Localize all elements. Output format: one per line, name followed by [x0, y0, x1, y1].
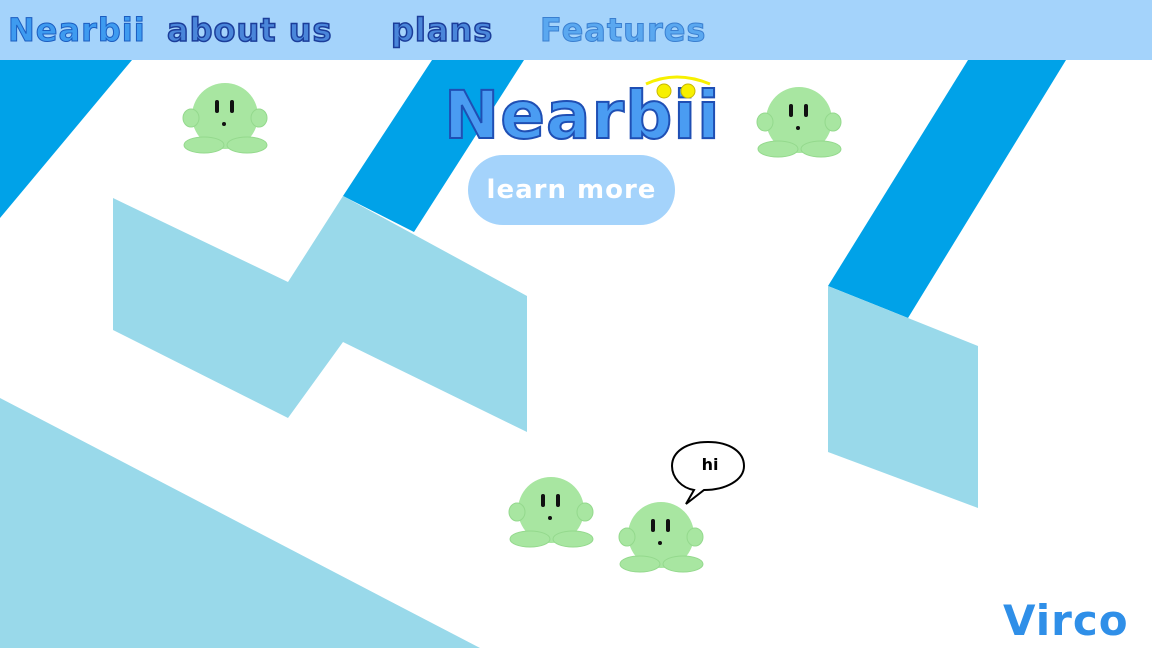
page: Nearbii about us plans Features Nearbii …	[0, 0, 1152, 648]
nav-link-about-us[interactable]: about us	[166, 10, 333, 50]
nav-link-features[interactable]: Features	[539, 10, 706, 50]
bg-panel-bottom-left	[0, 398, 480, 648]
smile-arc-icon	[645, 75, 711, 99]
top-navigation: Nearbii about us plans Features	[0, 0, 1152, 60]
author-signature: Virco	[1003, 596, 1129, 645]
blob-character-icon	[756, 87, 842, 158]
speech-bubble-text: hi	[701, 455, 719, 474]
blob-character-icon	[508, 477, 594, 548]
bg-stripe-left	[0, 60, 132, 218]
learn-more-button[interactable]: learn more	[468, 155, 675, 225]
bg-stripe-right	[828, 60, 1066, 318]
bg-panel-zigzag	[113, 196, 527, 432]
nav-link-plans[interactable]: plans	[390, 10, 493, 50]
bg-panel-right	[828, 286, 978, 508]
nav-brand-link[interactable]: Nearbii	[8, 10, 146, 50]
blob-character-icon	[618, 502, 704, 573]
blob-character-icon	[182, 83, 268, 154]
hero-logo: Nearbii	[440, 75, 721, 158]
